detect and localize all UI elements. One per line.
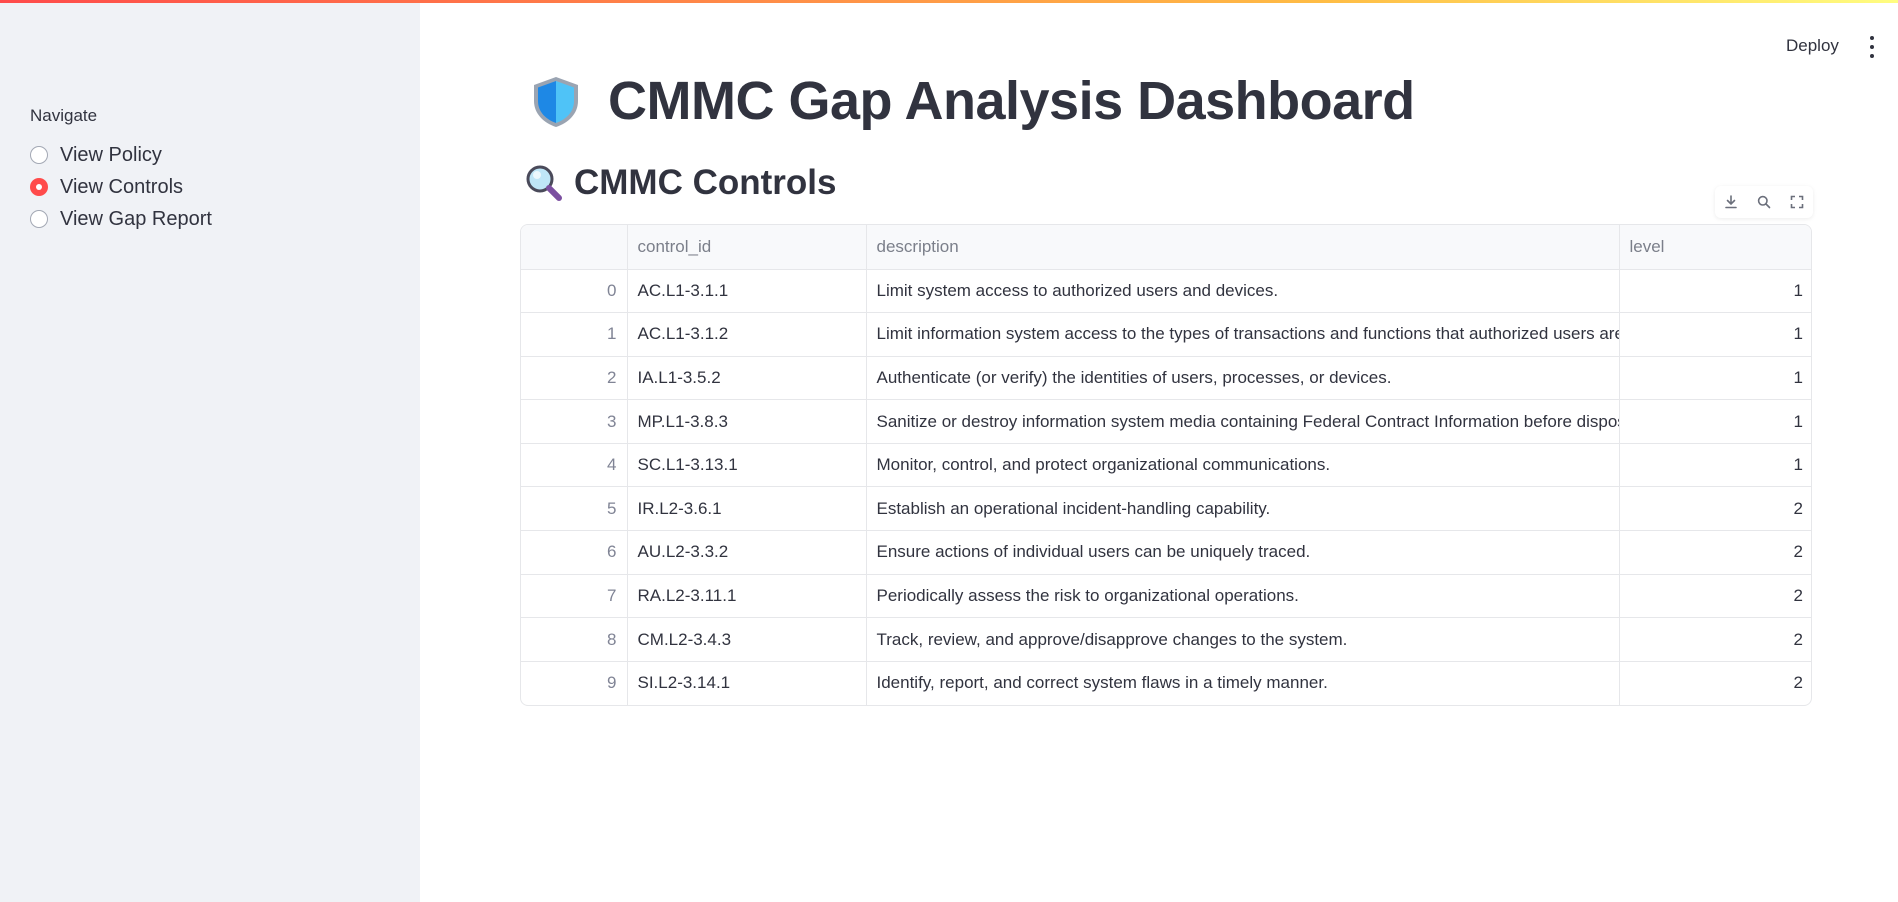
description-cell[interactable]: Limit information system access to the t… [866, 312, 1620, 357]
level-cell[interactable]: 2 [1619, 530, 1811, 575]
column-header-description[interactable]: description [866, 225, 1620, 270]
control-id-cell[interactable]: AC.L1-3.1.2 [627, 312, 867, 357]
column-header-control-id[interactable]: control_id [627, 225, 867, 270]
navigate-label: Navigate [30, 106, 98, 125]
page-header: CMMC Gap Analysis Dashboard [528, 70, 1415, 132]
table-row[interactable]: 2 IA.L1-3.5.2 Authenticate (or verify) t… [521, 356, 1811, 401]
radio-option-view-gap-report[interactable]: View Gap Report [30, 203, 212, 235]
table-row[interactable]: 0 AC.L1-3.1.1 Limit system access to aut… [521, 269, 1811, 314]
description-cell[interactable]: Track, review, and approve/disapprove ch… [866, 617, 1620, 662]
description-cell[interactable]: Monitor, control, and protect organizati… [866, 443, 1620, 488]
control-id-cell[interactable]: IR.L2-3.6.1 [627, 486, 867, 532]
description-cell[interactable]: Periodically assess the risk to organiza… [866, 574, 1620, 619]
search-button[interactable] [1753, 191, 1775, 213]
level-cell[interactable]: 1 [1619, 269, 1811, 314]
table-row[interactable]: 4 SC.L1-3.13.1 Monitor, control, and pro… [521, 443, 1811, 488]
magnifying-glass-icon [526, 165, 562, 201]
control-id-cell[interactable]: MP.L1-3.8.3 [627, 399, 867, 444]
table-row[interactable]: 3 MP.L1-3.8.3 Sanitize or destroy inform… [521, 399, 1811, 444]
table-header-row: control_id description level [521, 225, 1811, 270]
controls-dataframe[interactable]: control_id description level 0 AC.L1-3.1… [520, 224, 1812, 706]
row-index-cell[interactable]: 7 [521, 574, 628, 619]
column-header-index[interactable] [521, 225, 628, 270]
radio-option-view-policy[interactable]: View Policy [30, 139, 212, 171]
shield-icon [534, 77, 578, 127]
level-cell[interactable]: 2 [1619, 486, 1811, 532]
main-menu-icon[interactable] [1868, 36, 1876, 58]
download-button[interactable] [1720, 191, 1742, 213]
top-decoration-bar [0, 0, 1898, 3]
sidebar: Navigate View Policy View Controls View … [0, 0, 420, 902]
description-cell[interactable]: Sanitize or destroy information system m… [866, 399, 1620, 444]
level-cell[interactable]: 1 [1619, 443, 1811, 488]
radio-button-icon[interactable] [30, 146, 48, 164]
fullscreen-icon [1790, 195, 1803, 209]
deploy-button[interactable]: Deploy [1786, 36, 1839, 56]
description-cell[interactable]: Authenticate (or verify) the identities … [866, 356, 1620, 401]
page-title: CMMC Gap Analysis Dashboard [608, 71, 1415, 131]
level-cell[interactable]: 2 [1619, 661, 1811, 705]
download-icon [1725, 195, 1738, 209]
row-index-cell[interactable]: 6 [521, 530, 628, 575]
description-cell[interactable]: Establish an operational incident-handli… [866, 486, 1620, 532]
table-row[interactable]: 7 RA.L2-3.11.1 Periodically assess the r… [521, 574, 1811, 619]
radio-button-icon[interactable] [30, 210, 48, 228]
search-icon [1757, 195, 1771, 209]
controls-table: control_id description level 0 AC.L1-3.1… [521, 225, 1811, 705]
column-header-level[interactable]: level [1619, 225, 1811, 270]
control-id-cell[interactable]: AU.L2-3.3.2 [627, 530, 867, 575]
row-index-cell[interactable]: 3 [521, 399, 628, 444]
row-index-cell[interactable]: 9 [521, 661, 628, 705]
level-cell[interactable]: 2 [1619, 617, 1811, 662]
dataframe-toolbar [1715, 186, 1813, 218]
radio-option-label: View Policy [60, 143, 162, 166]
level-cell[interactable]: 1 [1619, 399, 1811, 444]
table-row[interactable]: 9 SI.L2-3.14.1 Identify, report, and cor… [521, 661, 1811, 705]
row-index-cell[interactable]: 4 [521, 443, 628, 488]
table-row[interactable]: 5 IR.L2-3.6.1 Establish an operational i… [521, 486, 1811, 532]
row-index-cell[interactable]: 0 [521, 269, 628, 314]
radio-option-label: View Gap Report [60, 207, 212, 230]
control-id-cell[interactable]: AC.L1-3.1.1 [627, 269, 867, 314]
level-cell[interactable]: 2 [1619, 574, 1811, 619]
description-cell[interactable]: Ensure actions of individual users can b… [866, 530, 1620, 575]
level-cell[interactable]: 1 [1619, 312, 1811, 357]
radio-option-view-controls[interactable]: View Controls [30, 171, 212, 203]
control-id-cell[interactable]: SI.L2-3.14.1 [627, 661, 867, 705]
control-id-cell[interactable]: CM.L2-3.4.3 [627, 617, 867, 662]
section-header: CMMC Controls [524, 163, 836, 203]
level-cell[interactable]: 1 [1619, 356, 1811, 401]
description-cell[interactable]: Limit system access to authorized users … [866, 269, 1620, 314]
row-index-cell[interactable]: 1 [521, 312, 628, 357]
section-title: CMMC Controls [574, 163, 837, 202]
row-index-cell[interactable]: 8 [521, 617, 628, 662]
table-row[interactable]: 8 CM.L2-3.4.3 Track, review, and approve… [521, 617, 1811, 662]
table-row[interactable]: 1 AC.L1-3.1.2 Limit information system a… [521, 312, 1811, 357]
fullscreen-button[interactable] [1786, 191, 1808, 213]
description-cell[interactable]: Identify, report, and correct system fla… [866, 661, 1620, 705]
table-row[interactable]: 6 AU.L2-3.3.2 Ensure actions of individu… [521, 530, 1811, 575]
radio-option-label: View Controls [60, 175, 184, 198]
row-index-cell[interactable]: 5 [521, 486, 628, 532]
control-id-cell[interactable]: SC.L1-3.13.1 [627, 443, 867, 488]
navigation-radio-group: View Policy View Controls View Gap Repor… [30, 139, 212, 235]
row-index-cell[interactable]: 2 [521, 356, 628, 401]
control-id-cell[interactable]: IA.L1-3.5.2 [627, 356, 867, 401]
radio-button-selected-icon[interactable] [30, 178, 48, 196]
control-id-cell[interactable]: RA.L2-3.11.1 [627, 574, 867, 619]
